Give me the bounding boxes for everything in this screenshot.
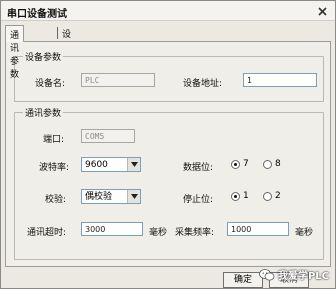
databits-label: 数据位: xyxy=(183,163,214,173)
watermark: 我爱学PLC xyxy=(259,267,329,282)
device-name-label: 设备名: xyxy=(35,79,66,89)
parity-dropdown[interactable] xyxy=(127,190,140,203)
radio-selected-icon xyxy=(231,191,240,201)
device-params-group: 设备参数 设备名: PLC 设备地址: 1 xyxy=(14,50,324,102)
stopbits-label: 停止位: xyxy=(183,195,214,205)
device-address-label: 设备地址: xyxy=(183,79,223,89)
parity-label: 校验: xyxy=(45,195,67,205)
ok-button[interactable]: 确定 xyxy=(223,272,263,288)
stopbits-option-2[interactable]: 2 xyxy=(263,191,281,201)
databits-option-8-label: 8 xyxy=(275,159,281,169)
tab-device-test[interactable]: 设备测试 xyxy=(58,25,75,79)
timeout-label: 通讯超时: xyxy=(27,228,67,238)
title-bar[interactable]: 串口设备测试 xyxy=(1,1,335,21)
timeout-field[interactable]: 3000 xyxy=(81,222,143,236)
dialog-window: 串口设备测试 通讯参数 设备测试 设备参数 设备名: PLC 设备地址: 1 通… xyxy=(0,0,336,289)
sample-rate-unit: 毫秒 xyxy=(295,228,314,238)
close-button[interactable] xyxy=(314,4,330,18)
stopbits-option-2-label: 2 xyxy=(275,191,281,201)
baud-dropdown[interactable] xyxy=(127,158,140,171)
chevron-down-icon xyxy=(130,162,138,167)
tab-comm-params[interactable]: 通讯参数 xyxy=(5,25,25,80)
sample-rate-label: 采集频率: xyxy=(175,228,215,238)
window-title: 串口设备测试 xyxy=(7,9,67,20)
stopbits-option-1-label: 1 xyxy=(243,191,249,201)
parity-value: 偶校验 xyxy=(85,192,113,202)
databits-option-7[interactable]: 7 xyxy=(231,159,249,169)
radio-unselected-icon xyxy=(263,159,272,169)
port-label: 端口: xyxy=(43,135,65,145)
device-address-field[interactable]: 1 xyxy=(243,73,317,87)
device-name-field[interactable]: PLC xyxy=(81,73,155,87)
radio-selected-icon xyxy=(231,159,240,169)
close-icon xyxy=(317,6,327,16)
baud-label: 波特率: xyxy=(39,163,70,173)
timeout-unit: 毫秒 xyxy=(149,228,168,238)
wechat-icon xyxy=(259,268,275,280)
radio-unselected-icon xyxy=(263,191,272,201)
stopbits-option-1[interactable]: 1 xyxy=(231,191,249,201)
chevron-down-icon xyxy=(130,194,138,199)
parity-select[interactable]: 偶校验 xyxy=(81,189,141,204)
comm-params-title: 通讯参数 xyxy=(23,106,64,119)
device-params-title: 设备参数 xyxy=(23,50,64,63)
sample-rate-field[interactable]: 1000 xyxy=(227,222,289,236)
databits-option-8[interactable]: 8 xyxy=(263,159,281,169)
port-field[interactable]: COM5 xyxy=(81,129,135,143)
watermark-text: 我爱学PLC xyxy=(277,271,329,282)
databits-option-7-label: 7 xyxy=(243,159,249,169)
tab-panel: 设备参数 设备名: PLC 设备地址: 1 通讯参数 端口: COM5 波特率:… xyxy=(5,41,331,267)
comm-params-group: 通讯参数 端口: COM5 波特率: 9600 数据位: 7 8 校验: 偶校验… xyxy=(14,106,324,260)
baud-value: 9600 xyxy=(85,160,108,170)
baud-select[interactable]: 9600 xyxy=(81,157,141,172)
